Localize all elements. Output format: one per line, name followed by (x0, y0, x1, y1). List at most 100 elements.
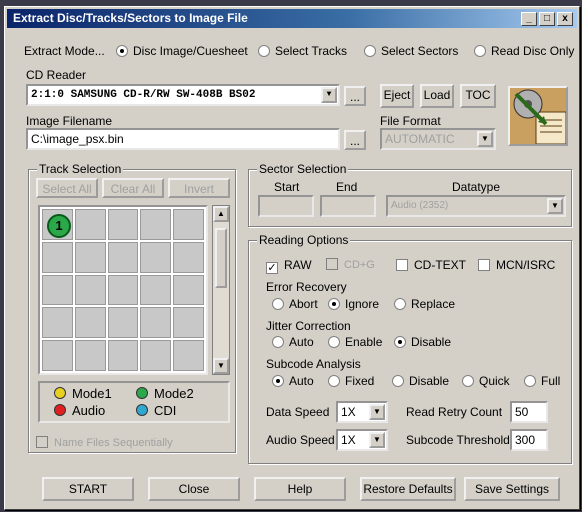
track-cell[interactable] (140, 307, 172, 339)
jitter-auto-radio[interactable]: Auto (272, 335, 314, 349)
subcode-full-radio[interactable]: Full (524, 374, 560, 388)
track-1-badge[interactable]: 1 (47, 214, 71, 238)
image-filename-input[interactable]: C:\image_psx.bin (26, 128, 340, 150)
track-cell[interactable] (42, 241, 73, 273)
jitter-enable-radio[interactable]: Enable (328, 335, 382, 349)
mcn-label: MCN/ISRC (496, 258, 556, 272)
file-format-select[interactable]: AUTOMATIC ▼ (380, 128, 496, 150)
track-cell[interactable] (42, 307, 73, 339)
image-filename-browse-button[interactable]: ... (344, 130, 366, 150)
error-ignore-radio[interactable]: Ignore (328, 297, 379, 311)
help-button[interactable]: Help (254, 477, 346, 501)
sector-start-input[interactable] (258, 195, 314, 217)
read-retry-input[interactable]: 50 (510, 401, 548, 423)
track-cell[interactable] (74, 307, 106, 339)
cdi-dot-icon (136, 404, 148, 416)
cdg-checkbox[interactable]: CD+G (326, 258, 375, 271)
cd-reader-browse-button[interactable]: ... (344, 86, 366, 106)
track-cell[interactable] (173, 241, 204, 273)
close-window-button[interactable]: x (557, 12, 573, 26)
track-cell[interactable]: 1 (42, 209, 73, 240)
mode-disc-image-radio[interactable]: Disc Image/Cuesheet (116, 44, 248, 58)
track-cell[interactable] (140, 340, 172, 371)
jitter-disable-label: Disable (411, 335, 452, 349)
track-cell[interactable] (173, 340, 204, 371)
radio-icon (392, 375, 404, 387)
track-cell[interactable] (107, 209, 139, 240)
scroll-down-icon[interactable]: ▼ (213, 358, 229, 374)
track-cell[interactable] (42, 340, 73, 371)
data-speed-select[interactable]: 1X ▼ (336, 401, 388, 423)
track-cell[interactable] (74, 274, 106, 306)
scroll-thumb[interactable] (215, 228, 227, 288)
track-selection-title: Track Selection (37, 162, 124, 176)
chevron-down-icon[interactable]: ▼ (369, 432, 385, 448)
save-settings-button[interactable]: Save Settings (464, 477, 560, 501)
sector-end-input[interactable] (320, 195, 376, 217)
track-cell[interactable] (107, 340, 139, 371)
start-button[interactable]: START (42, 477, 134, 501)
track-cell[interactable] (140, 241, 172, 273)
clear-all-button[interactable]: Clear All (102, 178, 164, 198)
select-all-button[interactable]: Select All (36, 178, 98, 198)
cdtext-checkbox[interactable]: CD-TEXT (396, 258, 466, 272)
maximize-button[interactable]: □ (539, 12, 555, 26)
track-cell[interactable] (140, 274, 172, 306)
track-cell[interactable] (42, 274, 73, 306)
close-button[interactable]: Close (148, 477, 240, 501)
title-bar[interactable]: Extract Disc/Tracks/Sectors to Image Fil… (7, 9, 577, 28)
scroll-up-icon[interactable]: ▲ (213, 206, 229, 222)
check-icon: ✓ (266, 262, 278, 274)
legend-audio: Audio (54, 403, 105, 418)
radio-icon (364, 45, 376, 57)
cd-reader-select[interactable]: 2:1:0 SAMSUNG CD-R/RW SW-408B BS02 ▼ (26, 84, 340, 106)
mode-read-disc-only-radio[interactable]: Read Disc Only (474, 44, 574, 58)
subcode-quick-radio[interactable]: Quick (462, 374, 510, 388)
mode-read-disc-only-label: Read Disc Only (491, 44, 575, 58)
subcode-disable-radio[interactable]: Disable (392, 374, 449, 388)
checkbox-icon (326, 258, 338, 270)
track-cell[interactable] (107, 307, 139, 339)
invert-button[interactable]: Invert (168, 178, 230, 198)
subcode-threshold-input[interactable]: 300 (510, 429, 548, 451)
chevron-down-icon[interactable]: ▼ (369, 404, 385, 420)
legend-audio-label: Audio (72, 403, 106, 418)
name-files-sequentially-checkbox[interactable]: Name Files Sequentially (36, 436, 173, 449)
subcode-auto-radio[interactable]: Auto (272, 374, 314, 388)
legend-mode2: Mode2 (136, 386, 194, 401)
error-replace-radio[interactable]: Replace (394, 297, 455, 311)
eject-button[interactable]: Eject (380, 84, 414, 108)
track-cell[interactable] (173, 209, 204, 240)
track-cell[interactable] (74, 209, 106, 240)
audio-speed-select[interactable]: 1X ▼ (336, 429, 388, 451)
checkbox-icon (478, 259, 490, 271)
error-replace-label: Replace (411, 297, 456, 311)
toc-button[interactable]: TOC (460, 84, 496, 108)
track-cell[interactable] (140, 209, 172, 240)
track-cell[interactable] (173, 274, 204, 306)
mode-disc-image-label: Disc Image/Cuesheet (133, 44, 248, 58)
chevron-down-icon[interactable]: ▼ (547, 198, 563, 214)
track-cell[interactable] (74, 241, 106, 273)
track-cell[interactable] (107, 274, 139, 306)
mcn-checkbox[interactable]: MCN/ISRC (478, 258, 555, 272)
load-button[interactable]: Load (420, 84, 454, 108)
mode-select-sectors-radio[interactable]: Select Sectors (364, 44, 458, 58)
track-type-legend: Mode1 Mode2 Audio CDI (38, 381, 230, 423)
raw-checkbox[interactable]: ✓ RAW (266, 258, 312, 274)
track-cell[interactable] (107, 241, 139, 273)
error-abort-radio[interactable]: Abort (272, 297, 318, 311)
jitter-disable-radio[interactable]: Disable (394, 335, 451, 349)
track-cell[interactable] (173, 307, 204, 339)
sector-datatype-select[interactable]: Audio (2352) ▼ (386, 195, 566, 217)
restore-defaults-button[interactable]: Restore Defaults (360, 477, 456, 501)
track-cell[interactable] (74, 340, 106, 371)
subcode-fixed-radio[interactable]: Fixed (328, 374, 374, 388)
mode-select-tracks-radio[interactable]: Select Tracks (258, 44, 347, 58)
track-scrollbar[interactable]: ▲ ▼ (212, 205, 230, 375)
subcode-threshold-value: 300 (515, 433, 536, 447)
minimize-button[interactable]: _ (521, 12, 537, 26)
chevron-down-icon[interactable]: ▼ (477, 131, 493, 147)
chevron-down-icon[interactable]: ▼ (321, 87, 337, 103)
subcode-full-label: Full (541, 374, 561, 388)
